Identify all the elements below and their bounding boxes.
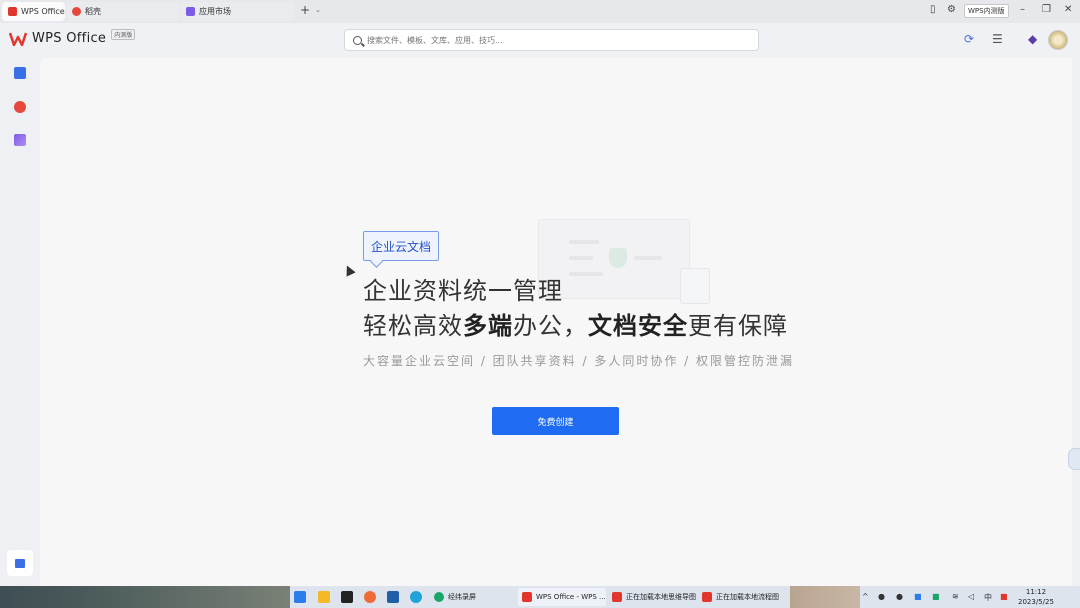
headline-part: 更有保障 <box>688 312 788 340</box>
taskbar-app-flowchart[interactable]: 正在加载本地流程图 <box>698 588 786 606</box>
qq-icon[interactable]: ● <box>878 592 885 601</box>
apps-sidebar-icon[interactable] <box>14 134 26 146</box>
shield-icon <box>609 248 627 268</box>
taskbar-app-mindmap[interactable]: 正在加载本地思维导图 <box>608 588 696 606</box>
file-explorer-icon[interactable] <box>318 591 330 603</box>
taskbar-app-label: WPS Office - WPS ... <box>536 593 606 601</box>
clock-time: 11:12 <box>1025 588 1047 596</box>
taskbar-app-label: 正在加载本地思维导图 <box>626 593 696 601</box>
wps-taskbar-icon <box>522 592 532 602</box>
wps-tray-icon[interactable]: ■ <box>1000 592 1008 601</box>
tab-label: WPS Office <box>21 7 65 16</box>
taskbar-app-label: 经纬录屏 <box>448 593 476 601</box>
store-icon[interactable] <box>387 591 399 603</box>
wallpaper-strip-right <box>790 586 860 608</box>
main-panel: 企业云文档 企业资料统一管理 轻松高效多端办公，文档安全更有保障 大容量企业云空… <box>40 58 1072 586</box>
search-box[interactable] <box>344 29 759 51</box>
layout-icon[interactable]: ▯ <box>930 4 936 15</box>
xmind-icon[interactable] <box>341 591 353 603</box>
beta-badge[interactable]: WPS内测版 <box>964 4 1009 18</box>
app-store-icon <box>186 7 195 16</box>
wps-w-icon <box>9 32 27 46</box>
tab-label: 稻壳 <box>85 7 101 16</box>
windows-start-icon[interactable] <box>294 591 306 603</box>
promo-tag: 企业云文档 <box>363 231 440 261</box>
clock-date: 2023/5/25 <box>1018 598 1054 606</box>
tab-list-chevron-icon[interactable]: ⌄ <box>315 6 321 14</box>
mouse-cursor-icon <box>342 263 356 277</box>
tray-chevron-icon[interactable]: ^ <box>862 592 869 601</box>
add-tab-button[interactable]: + <box>300 3 310 17</box>
wallpaper-strip-left <box>0 586 290 608</box>
edge-browser-icon[interactable] <box>410 591 422 603</box>
app-tray-icon[interactable]: ■ <box>932 592 940 601</box>
wifi-icon[interactable]: ≋ <box>952 592 959 601</box>
taskbar-app-label: 正在加载本地流程图 <box>716 593 779 601</box>
app-header: WPS Office 内测版 ⟳ ☰ ◆ <box>0 23 1080 58</box>
daoke-sidebar-icon[interactable] <box>14 101 26 113</box>
free-create-button[interactable]: 免费创建 <box>492 407 619 435</box>
edge-assistant-widget[interactable] <box>1068 448 1080 470</box>
system-clock[interactable]: 11:12 2023/5/25 <box>1018 587 1054 607</box>
wps-taskbar-icon <box>612 592 622 602</box>
file-illustration <box>680 268 710 304</box>
restore-icon[interactable]: ❐ <box>1042 4 1051 15</box>
promo-subline: 大容量企业云空间 / 团队共享资料 / 多人同时协作 / 权限管控防泄漏 <box>363 354 795 368</box>
headline-part: 办公， <box>513 312 588 340</box>
firefox-icon[interactable] <box>364 591 376 603</box>
taskbar-app-wps[interactable]: WPS Office - WPS ... <box>518 588 606 606</box>
cloud-docs-button[interactable] <box>7 550 33 576</box>
ime-icon[interactable]: 中 <box>984 592 992 603</box>
tab-app-store[interactable]: 应用市场 <box>180 2 295 21</box>
promo-headline-1: 企业资料统一管理 <box>363 277 563 305</box>
close-icon[interactable]: ✕ <box>1064 4 1072 15</box>
headline-part: 轻松高效 <box>363 312 463 340</box>
recorder-icon <box>434 592 444 602</box>
new-document-icon[interactable] <box>14 67 26 79</box>
headline-bold: 文档安全 <box>588 312 688 340</box>
wps-logo: WPS Office 内测版 <box>9 29 136 46</box>
wps-logo-icon <box>8 7 17 16</box>
search-icon <box>353 35 362 45</box>
minimize-icon[interactable]: – <box>1020 4 1025 15</box>
logo-badge: 内测版 <box>111 29 136 40</box>
qq-icon[interactable]: ● <box>896 592 903 601</box>
promo-headline-2: 轻松高效多端办公，文档安全更有保障 <box>363 306 788 341</box>
avatar[interactable] <box>1048 30 1068 50</box>
tab-label: 应用市场 <box>199 7 231 16</box>
headline-bold: 多端 <box>463 312 513 340</box>
sync-icon[interactable]: ⟳ <box>964 32 974 46</box>
folder-icon <box>15 559 25 568</box>
menu-icon[interactable]: ☰ <box>992 32 1003 46</box>
app-tray-icon[interactable]: ■ <box>914 592 922 601</box>
taskbar-app-recorder[interactable]: 经纬录屏 <box>430 588 516 606</box>
logo-text: WPS Office <box>32 31 107 46</box>
wps-taskbar-icon <box>702 592 712 602</box>
search-input[interactable] <box>367 35 747 45</box>
vip-diamond-icon[interactable]: ◆ <box>1028 32 1037 46</box>
daoke-icon <box>72 7 81 16</box>
sidebar <box>0 58 40 586</box>
tab-wps-office[interactable]: WPS Office <box>2 2 65 21</box>
volume-icon[interactable]: ◁ <box>968 592 974 601</box>
tab-daoke[interactable]: 稻壳 <box>66 2 179 21</box>
skin-icon[interactable]: ⚙ <box>947 4 956 15</box>
